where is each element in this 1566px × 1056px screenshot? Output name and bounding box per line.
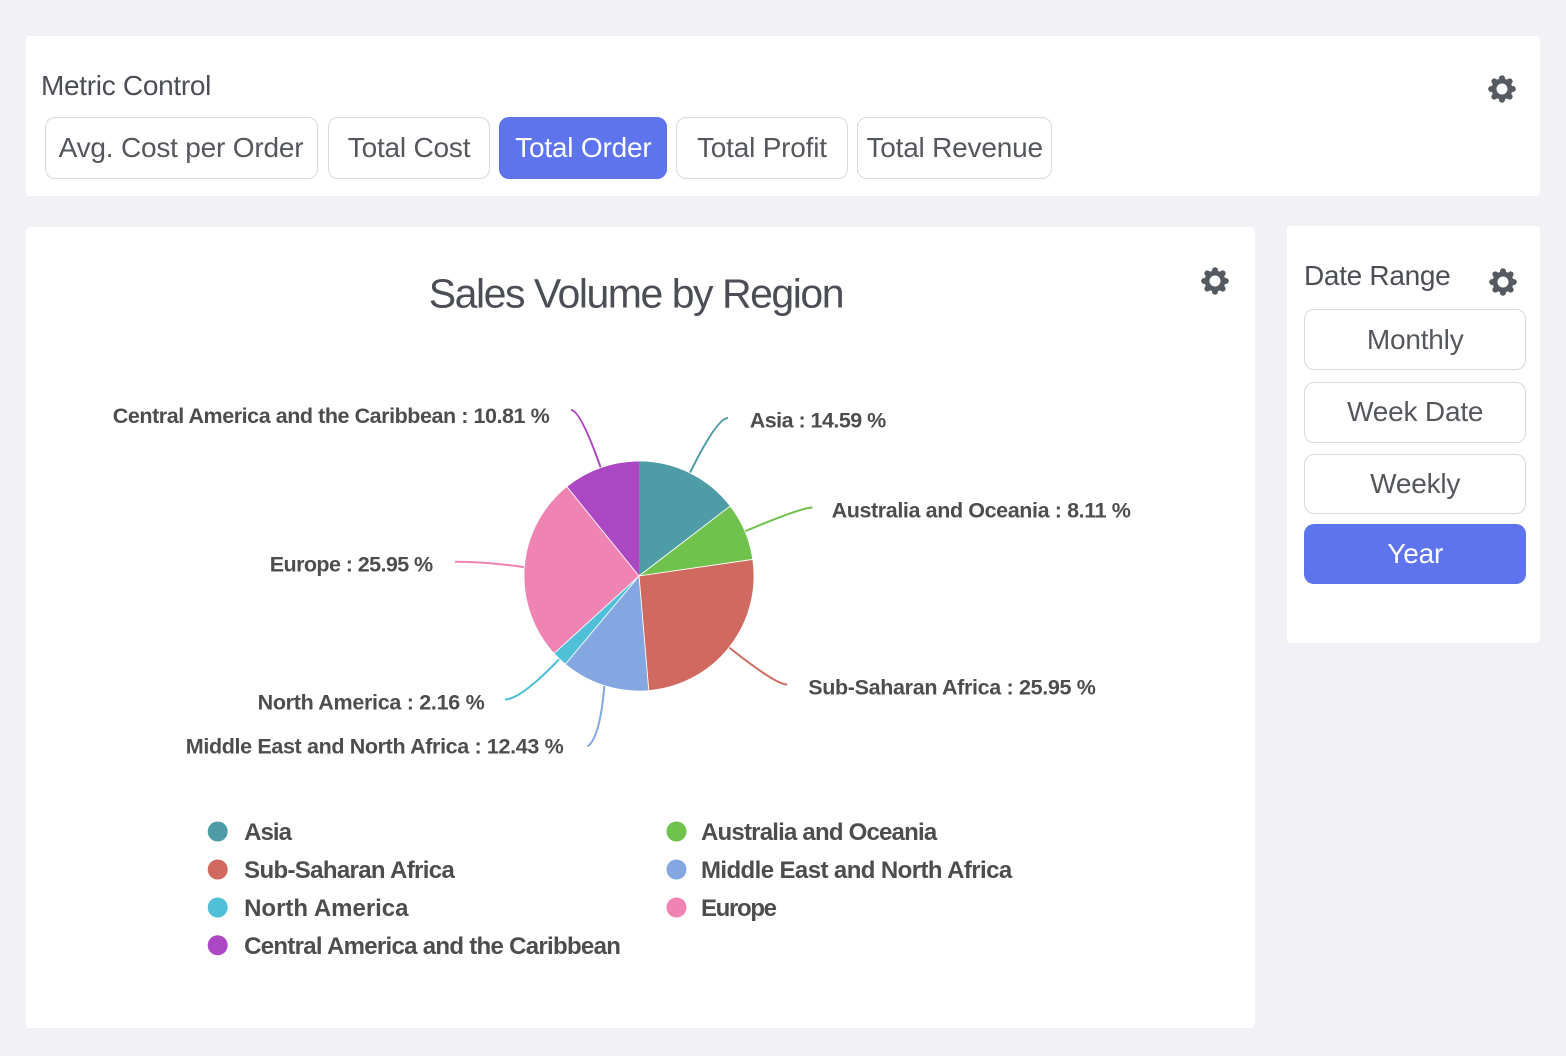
svg-text:Australia and Oceania : 8.11 %: Australia and Oceania : 8.11 % <box>832 498 1131 522</box>
svg-text:Europe : 25.95 %: Europe : 25.95 % <box>270 553 433 577</box>
svg-text:Middle East and North Africa :: Middle East and North Africa : 12.43 % <box>186 734 564 758</box>
svg-text:Europe: Europe <box>701 895 777 922</box>
svg-text:Asia: Asia <box>244 819 293 846</box>
svg-text:Sub-Saharan Africa : 25.95 %: Sub-Saharan Africa : 25.95 % <box>808 675 1096 699</box>
svg-text:Sales Volume by Region: Sales Volume by Region <box>429 271 845 317</box>
svg-text:Central America and the Caribb: Central America and the Caribbean <box>244 933 621 960</box>
svg-text:Middle East and North Africa: Middle East and North Africa <box>701 857 1013 884</box>
svg-text:Asia : 14.59 %: Asia : 14.59 % <box>750 409 887 433</box>
svg-text:North America: North America <box>244 895 409 922</box>
svg-text:Australia and Oceania: Australia and Oceania <box>701 819 938 846</box>
svg-text:Sub-Saharan Africa: Sub-Saharan Africa <box>244 857 455 884</box>
svg-text:North America : 2.16 %: North America : 2.16 % <box>258 691 485 715</box>
svg-text:Central America and the Caribb: Central America and the Caribbean : 10.8… <box>113 404 550 428</box>
